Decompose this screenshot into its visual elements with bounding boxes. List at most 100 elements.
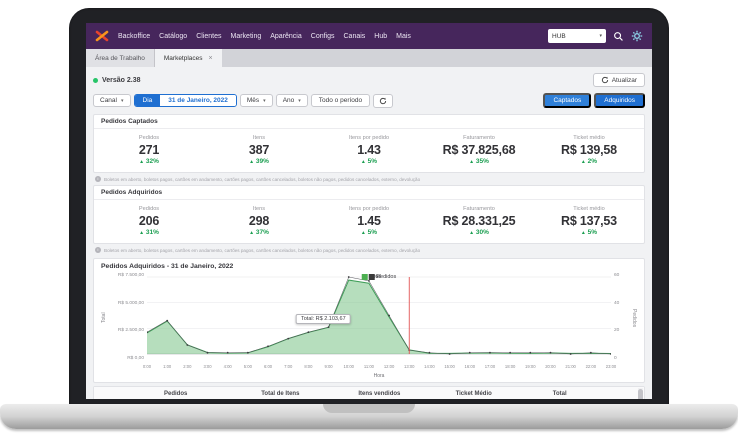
section-pedidos-adquiridos: Pedidos Adquiridos Pedidos 206 ▲ 31% Ite… [93,185,645,244]
delta-up-icon: ▲ [139,159,144,165]
x-tick-label: 5:00 [244,364,252,369]
day-button[interactable]: Dia [135,95,161,106]
year-select-value: Ano [283,97,295,104]
refresh-label: Atualizar [612,77,637,84]
month-select[interactable]: Mês ▾ [240,94,273,107]
laptop-bezel: Backoffice Catálogo Clientes Marketing A… [69,8,669,406]
stat-faturamento: Faturamento R$ 37.825,68 ▲ 35% [424,135,534,165]
delta-up-icon: ▲ [249,230,254,236]
delta-up-icon: ▲ [249,159,254,165]
x-tick-label: 6:00 [264,364,272,369]
disclaimer-text: Boletos em aberto, boletos pagos, cartõe… [104,248,420,253]
tab-marketplaces[interactable]: Marketplaces × [155,49,222,67]
channel-select[interactable]: Canal ▾ [93,94,131,107]
chevron-down-icon: ▾ [121,98,124,104]
nav-item-catalogo[interactable]: Catálogo [159,33,187,40]
x-tick-label: 7:00 [284,364,292,369]
stat-delta-value: 39% [256,158,269,165]
gear-icon[interactable] [631,30,643,42]
stat-delta-value: 5% [588,229,597,236]
legend-swatch [362,274,368,280]
chart-area: Total R$ 7.500,00R$ 5.000,00R$ 2.500,00R… [101,274,637,379]
refresh-icon [601,76,609,84]
date-field[interactable]: 31 de Janeiro, 2022 [160,95,236,106]
nav-item-configs[interactable]: Configs [311,33,335,40]
col-itens-vendidos[interactable]: Itens vendidos [352,387,449,399]
stat-label: Faturamento [424,135,534,141]
col-ticket-medio[interactable]: Ticket Médio [450,387,547,399]
nav-item-clientes[interactable]: Clientes [196,33,221,40]
search-icon[interactable] [613,31,624,42]
stat-delta: ▲ 5% [534,229,644,236]
hub-select[interactable]: HUB ▾ [548,29,606,43]
status-dot [93,78,98,83]
nav-item-backoffice[interactable]: Backoffice [118,33,150,40]
stat-value: R$ 139,58 [534,143,644,157]
stat-pedidos: Pedidos 206 ▲ 31% [94,206,204,236]
stat-label: Pedidos [94,206,204,212]
stat-delta: ▲ 37% [204,229,314,236]
x-tick-label: 11:00 [364,364,374,369]
tab-area-de-trabalho[interactable]: Área de Trabalho [86,49,155,67]
info-icon: i [95,247,101,253]
nav-item-marketing[interactable]: Marketing [231,33,262,40]
x-tick-label: 0:00 [143,364,151,369]
nav-item-canais[interactable]: Canais [344,33,366,40]
captados-button[interactable]: Captados [543,93,591,108]
x-tick-label: 15:00 [444,364,454,369]
stat-delta: ▲ 2% [534,158,644,165]
tab-label: Marketplaces [164,55,203,62]
plot-area[interactable]: TotalPedidos Total: R$ 2.103,67 [147,274,611,362]
stat-label: Itens [204,206,314,212]
refresh-icon [379,97,387,105]
stat-delta: ▲ 35% [424,158,534,165]
col-pedidos[interactable]: Pedidos [158,387,255,399]
chevron-down-icon: ▾ [263,98,266,104]
x-tick-label: 14:00 [424,364,434,369]
nav-item-aparencia[interactable]: Aparência [270,33,302,40]
stat-delta: ▲ 30% [424,229,534,236]
dashboard-content: Versão 2.38 Atualizar Canal ▾ [86,67,652,399]
chart-title: Pedidos Adquiridos - 31 de Janeiro, 2022 [101,263,637,270]
col-total-itens[interactable]: Total de Itens [255,387,352,399]
chevron-down-icon: ▾ [599,33,602,39]
stat-ticket-medio: Ticket médio R$ 139,58 ▲ 2% [534,135,644,165]
col-total[interactable]: Total [547,387,644,399]
stats-row: Pedidos 206 ▲ 31% Itens 298 ▲ 37% Itens … [94,200,644,243]
legend-item[interactable]: Pedidos [368,274,396,280]
nav-item-hub[interactable]: Hub [374,33,387,40]
close-icon[interactable]: × [209,55,213,62]
table-scrollbar[interactable] [638,388,643,399]
stat-delta: ▲ 39% [204,158,314,165]
stat-value: 206 [94,214,204,228]
nav-item-mais[interactable]: Mais [396,33,411,40]
stat-label: Itens [204,135,314,141]
col-hour[interactable] [94,387,158,399]
year-select[interactable]: Ano ▾ [276,94,308,107]
stats-row: Pedidos 271 ▲ 32% Itens 387 ▲ 39% Itens … [94,129,644,172]
delta-up-icon: ▲ [361,159,366,165]
reload-button[interactable] [373,94,393,108]
refresh-button[interactable]: Atualizar [593,73,645,87]
y-axis-right: 6040200 [611,274,629,362]
x-tick-label: 19:00 [525,364,535,369]
disclaimer-row: i Boletos em aberto, boletos pagos, cart… [93,244,645,256]
y-axis-title-right: Pedidos [629,274,637,362]
filter-right-group: Captados Adquiridos [543,93,645,108]
all-period-button[interactable]: Todo o período [311,94,370,107]
top-navbar: Backoffice Catálogo Clientes Marketing A… [86,23,652,49]
section-title: Pedidos Captados [94,115,644,129]
stat-delta-value: 5% [368,229,377,236]
stat-itens: Itens 298 ▲ 37% [204,206,314,236]
adquiridos-button[interactable]: Adquiridos [594,93,645,108]
delta-up-icon: ▲ [581,159,586,165]
chevron-down-icon: ▾ [298,98,301,104]
x-tick-label: 23:00 [606,364,616,369]
channel-select-value: Canal [100,97,117,104]
scrollbar-thumb[interactable] [638,389,643,399]
delta-up-icon: ▲ [361,230,366,236]
stat-delta: ▲ 32% [94,158,204,165]
stat-value: 387 [204,143,314,157]
stat-value: 298 [204,214,314,228]
chart-card: Pedidos Adquiridos - 31 de Janeiro, 2022… [93,258,645,383]
